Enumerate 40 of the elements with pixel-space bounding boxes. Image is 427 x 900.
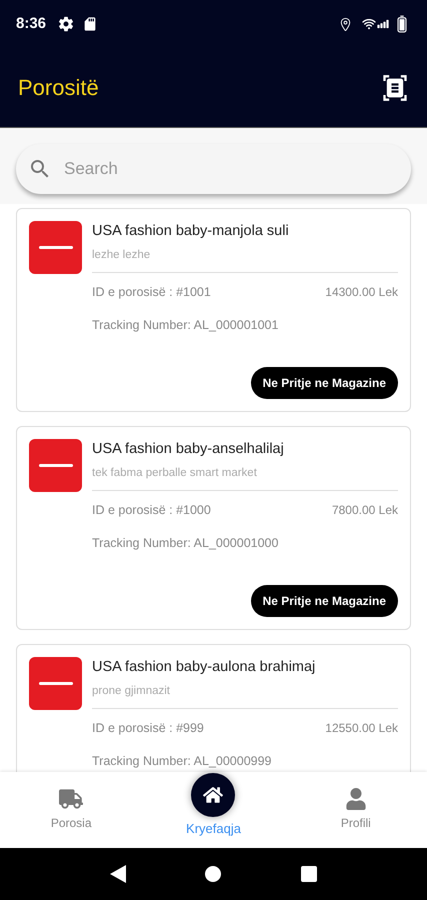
recents-icon[interactable] [301, 866, 318, 882]
order-amount: 12550.00 Lek [325, 720, 398, 737]
home-icon [203, 785, 224, 806]
signal-icon [377, 18, 389, 30]
clock: 8:36 [16, 14, 46, 34]
order-id: ID e porosisë : #1001 [92, 284, 211, 301]
order-address: lezhe lezhe [92, 246, 398, 273]
store-logo-icon [29, 657, 82, 710]
tracking-number: Tracking Number: AL_00000999 [92, 752, 273, 770]
gear-icon [58, 16, 74, 32]
store-logo-icon [29, 221, 82, 274]
location-icon [338, 16, 353, 32]
order-amount: 7800.00 Lek [332, 502, 398, 519]
truck-icon [59, 788, 84, 810]
order-title: USA fashion baby-manjola suli [92, 222, 290, 241]
store-logo-icon [29, 439, 82, 492]
order-card[interactable]: USA fashion baby-anselhalilaj tek fabma perballe smart market ID e porosisë : #1000 7800.00 Lek Tracking Number: AL_000001000 Ne Pritje ne Magazine [16, 426, 411, 630]
order-address: tek fabma perballe smart market [92, 464, 398, 491]
order-id: ID e porosisë : #1000 [92, 502, 211, 519]
order-card[interactable]: USA fashion baby-manjola suli lezhe lezhe ID e porosisë : #1001 14300.00 Lek Tracking Number: AL_000001001 Ne Pritje ne Magazine [16, 208, 411, 412]
order-title: USA fashion baby-aulona brahimaj [92, 658, 316, 677]
order-card[interactable]: USA fashion baby-aulona brahimaj prone gjimnazit ID e porosisë : #999 12550.00 Lek Tracking Number: AL_00000999 [16, 644, 411, 772]
page-title: Porositë [18, 74, 99, 102]
tracking-number: Tracking Number: AL_000001001 [92, 316, 280, 334]
order-address: prone gjimnazit [92, 682, 398, 709]
status-badge: Ne Pritje ne Magazine [250, 585, 398, 617]
wifi-icon [361, 16, 377, 32]
search-field[interactable]: Search [16, 144, 411, 194]
order-amount: 14300.00 Lek [325, 284, 398, 301]
order-title: USA fashion baby-anselhalilaj [92, 440, 285, 459]
tracking-number: Tracking Number: AL_000001000 [92, 534, 280, 552]
person-icon [344, 788, 368, 810]
order-id: ID e porosisë : #999 [92, 720, 204, 737]
back-icon[interactable] [110, 865, 126, 883]
nav-tab[interactable]: Porosia [0, 772, 142, 848]
sd-card-icon [82, 16, 98, 32]
scan-button[interactable] [381, 74, 409, 102]
home-button-icon[interactable] [205, 866, 222, 882]
nav-tab[interactable]: Profili [284, 772, 427, 848]
status-badge: Ne Pritje ne Magazine [250, 367, 398, 399]
